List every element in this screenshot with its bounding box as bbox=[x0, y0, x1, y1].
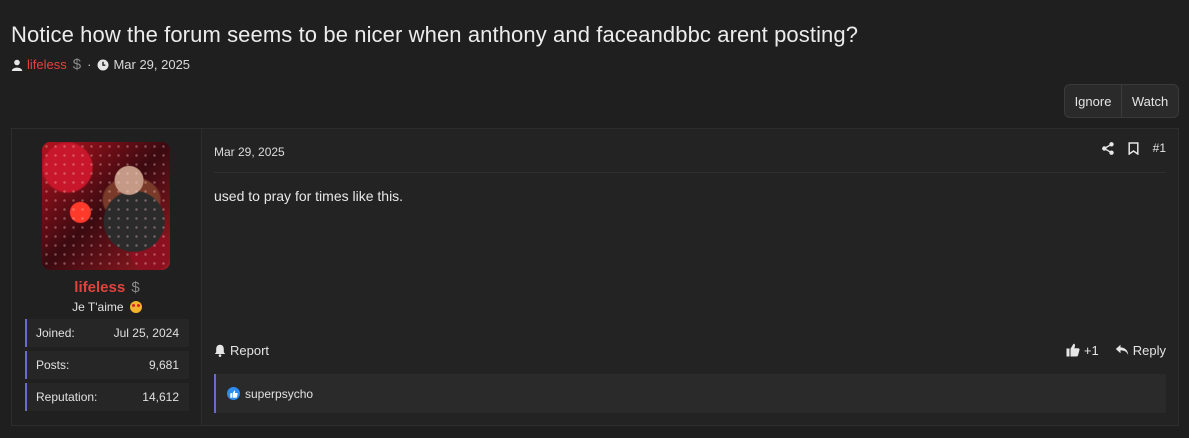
ignore-button[interactable]: Ignore bbox=[1065, 85, 1121, 117]
like-count: +1 bbox=[1083, 342, 1099, 358]
like-badge-icon bbox=[227, 387, 240, 400]
reply-label: Reply bbox=[1132, 342, 1166, 358]
post-footer-right: +1 Reply bbox=[1066, 343, 1166, 358]
post-date[interactable]: Mar 29, 2025 bbox=[214, 145, 285, 159]
user-badge: $ bbox=[131, 279, 140, 296]
report-label: Report bbox=[230, 342, 270, 358]
post-username[interactable]: lifeless $ bbox=[12, 279, 202, 296]
thumbs-up-icon bbox=[1066, 343, 1080, 357]
stat-reputation: Reputation: 14,612 bbox=[25, 383, 189, 411]
thread-button-group: Ignore Watch bbox=[1064, 84, 1179, 118]
user-title-text: Je T'aime bbox=[72, 300, 124, 314]
stat-label: Reputation: bbox=[36, 390, 98, 404]
user-title: Je T'aime bbox=[12, 300, 202, 314]
post-footer-left: Report bbox=[214, 343, 269, 358]
heart-eyes-emoji-icon bbox=[129, 301, 142, 313]
post-user-panel: lifeless $ Je T'aime Joined: Jul 25, 202… bbox=[12, 129, 202, 425]
header-divider bbox=[214, 172, 1166, 173]
report-button[interactable]: Report bbox=[214, 343, 269, 358]
post: lifeless $ Je T'aime Joined: Jul 25, 202… bbox=[11, 128, 1179, 426]
bookmark-icon[interactable] bbox=[1128, 141, 1139, 155]
clock-icon bbox=[97, 59, 109, 71]
stat-joined: Joined: Jul 25, 2024 bbox=[25, 319, 189, 347]
reply-button[interactable]: Reply bbox=[1115, 343, 1166, 358]
reply-icon bbox=[1115, 344, 1129, 356]
stat-value: 9,681 bbox=[148, 358, 179, 372]
bell-icon bbox=[214, 344, 226, 357]
user-icon bbox=[11, 59, 23, 71]
thread-date[interactable]: Mar 29, 2025 bbox=[113, 57, 190, 72]
watch-button[interactable]: Watch bbox=[1121, 85, 1178, 117]
post-number-link[interactable]: #1 bbox=[1153, 141, 1166, 155]
thread-title: Notice how the forum seems to be nicer w… bbox=[11, 22, 859, 47]
thread-meta: lifeless $ · Mar 29, 2025 bbox=[11, 56, 190, 73]
post-top-actions: #1 bbox=[1101, 141, 1166, 155]
reaction-user-link[interactable]: superpsycho bbox=[245, 387, 313, 401]
stat-posts: Posts: 9,681 bbox=[25, 351, 189, 379]
reactions-bar[interactable]: superpsycho bbox=[214, 374, 1166, 413]
stat-label: Posts: bbox=[36, 358, 70, 372]
stat-value: Jul 25, 2024 bbox=[113, 326, 179, 340]
stat-value: 14,612 bbox=[142, 390, 179, 404]
share-icon[interactable] bbox=[1101, 141, 1114, 155]
post-footer: Report +1 Reply bbox=[214, 340, 1166, 360]
post-main: Mar 29, 2025 #1 used to pray for times l… bbox=[202, 129, 1178, 425]
author-badge: $ bbox=[72, 56, 82, 73]
meta-separator: · bbox=[87, 57, 92, 72]
avatar[interactable] bbox=[42, 142, 170, 270]
post-body: used to pray for times like this. bbox=[214, 188, 404, 204]
user-stats: Joined: Jul 25, 2024 Posts: 9,681 Reputa… bbox=[25, 319, 189, 415]
stat-label: Joined: bbox=[36, 326, 75, 340]
thread-author-link[interactable]: lifeless bbox=[27, 57, 67, 72]
post-username-text[interactable]: lifeless bbox=[74, 279, 125, 296]
like-button[interactable]: +1 bbox=[1066, 343, 1099, 358]
